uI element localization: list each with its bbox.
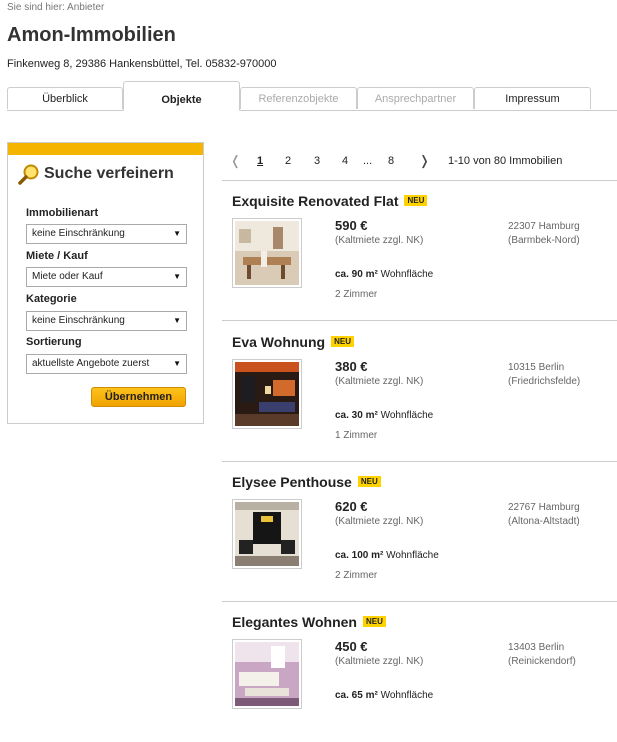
tab-reference-objects: Referenzobjekte — [240, 87, 357, 109]
listing-title[interactable]: Elegantes Wohnen NEU — [232, 614, 386, 630]
rent-buy-select[interactable]: Miete oder Kauf ▼ — [26, 267, 187, 287]
listing-price: 450 € — [335, 639, 368, 654]
prev-page-icon[interactable]: ❬ — [230, 153, 241, 169]
price-note: (Kaltmiete zzgl. NK) — [335, 376, 424, 387]
listing-price: 590 € — [335, 218, 368, 233]
new-badge: NEU — [331, 336, 354, 347]
listing-item[interactable]: Eva Wohnung NEU 380 € (Kaltmiete zzgl. NK… — [222, 322, 617, 462]
panel-accent-bar — [8, 143, 203, 155]
sort-label: Sortierung — [26, 336, 82, 348]
price-note: (Kaltmiete zzgl. NK) — [335, 235, 424, 246]
page-link-1[interactable]: 1 — [257, 155, 263, 167]
listing-location: 13403 Berlin (Reinickendorf) — [508, 642, 576, 667]
listing-thumbnail[interactable] — [232, 218, 302, 288]
tab-contacts: Ansprechpartner — [357, 87, 474, 109]
tab-imprint[interactable]: Impressum — [474, 87, 591, 109]
page-ellipsis: ... — [363, 155, 373, 167]
breadcrumb: Sie sind hier: Anbieter — [7, 2, 105, 13]
sort-select[interactable]: aktuellste Angebote zuerst ▼ — [26, 354, 187, 374]
search-panel: Suche verfeinern Immobilienart keine Ein… — [7, 142, 204, 424]
living-area: ca. 30 m² Wohnfläche — [335, 410, 434, 421]
listing-location: 22767 Hamburg (Altona-Altstadt) — [508, 502, 580, 527]
property-type-label: Immobilienart — [26, 207, 99, 219]
page-title: Amon-Immobilien — [7, 24, 176, 46]
search-panel-title: Suche verfeinern — [18, 163, 174, 185]
page-link-2[interactable]: 2 — [285, 155, 291, 167]
next-page-icon[interactable]: ❭ — [419, 153, 430, 169]
listing-thumbnail[interactable] — [232, 499, 302, 569]
rooms: 1 Zimmer — [335, 430, 378, 441]
price-note: (Kaltmiete zzgl. NK) — [335, 656, 424, 667]
new-badge: NEU — [404, 195, 428, 206]
property-type-select[interactable]: keine Einschränkung ▼ — [26, 224, 187, 244]
result-count: 1-10 von 80 Immobilien — [448, 155, 563, 167]
page-link-4[interactable]: 4 — [342, 155, 348, 167]
listing-thumbnail[interactable] — [232, 639, 302, 709]
divider — [222, 320, 617, 321]
tab-bar: Überblick Objekte Referenzobjekte Anspre… — [7, 81, 617, 111]
category-label: Kategorie — [26, 293, 77, 305]
listing-title[interactable]: Elysee Penthouse NEU — [232, 474, 381, 490]
listing-price: 380 € — [335, 359, 368, 374]
pagination: ❬ 1 2 3 4 ... 8 ❭ 1-10 von 80 Immobilien — [222, 150, 617, 174]
listing-item[interactable]: Elysee Penthouse NEU 620 € (Kaltmiete zzg… — [222, 462, 617, 602]
new-badge: NEU — [362, 616, 386, 627]
page-link-8[interactable]: 8 — [388, 155, 394, 167]
rent-buy-label: Miete / Kauf — [26, 250, 88, 262]
living-area: ca. 100 m² Wohnfläche — [335, 550, 439, 561]
tab-objects[interactable]: Objekte — [123, 81, 240, 111]
new-badge: NEU — [357, 476, 381, 487]
rooms: 2 Zimmer — [335, 570, 378, 581]
dropdown-arrow-icon: ▼ — [173, 272, 181, 281]
listing-price: 620 € — [335, 499, 368, 514]
category-select[interactable]: keine Einschränkung ▼ — [26, 311, 187, 331]
dropdown-arrow-icon: ▼ — [173, 229, 181, 238]
rooms: 2 Zimmer — [335, 289, 378, 300]
listing-title[interactable]: Eva Wohnung NEU — [232, 334, 354, 350]
living-area: ca. 65 m² Wohnfläche — [335, 690, 434, 701]
company-address: Finkenweg 8, 29386 Hankensbüttel, Tel. 0… — [7, 58, 277, 70]
listing-thumbnail[interactable] — [232, 359, 302, 429]
apply-button[interactable]: Übernehmen — [91, 387, 186, 407]
living-area: ca. 90 m² Wohnfläche — [335, 269, 434, 280]
listing-title[interactable]: Exquisite Renovated Flat NEU — [232, 193, 428, 209]
listing-location: 22307 Hamburg (Barmbek-Nord) — [508, 221, 580, 246]
dropdown-arrow-icon: ▼ — [173, 359, 181, 368]
listing-item[interactable]: Elegantes Wohnen NEU 450 € (Kaltmiete zzg… — [222, 602, 617, 742]
magnifier-icon — [18, 164, 39, 185]
price-note: (Kaltmiete zzgl. NK) — [335, 516, 424, 527]
listing-item[interactable]: Exquisite Renovated Flat NEU 590 € (Kaltm… — [222, 181, 617, 321]
page-link-3[interactable]: 3 — [314, 155, 320, 167]
tab-overview[interactable]: Überblick — [7, 87, 123, 109]
listing-location: 10315 Berlin (Friedrichsfelde) — [508, 362, 581, 387]
search-title-text: Suche verfeinern — [44, 165, 174, 182]
dropdown-arrow-icon: ▼ — [173, 316, 181, 325]
